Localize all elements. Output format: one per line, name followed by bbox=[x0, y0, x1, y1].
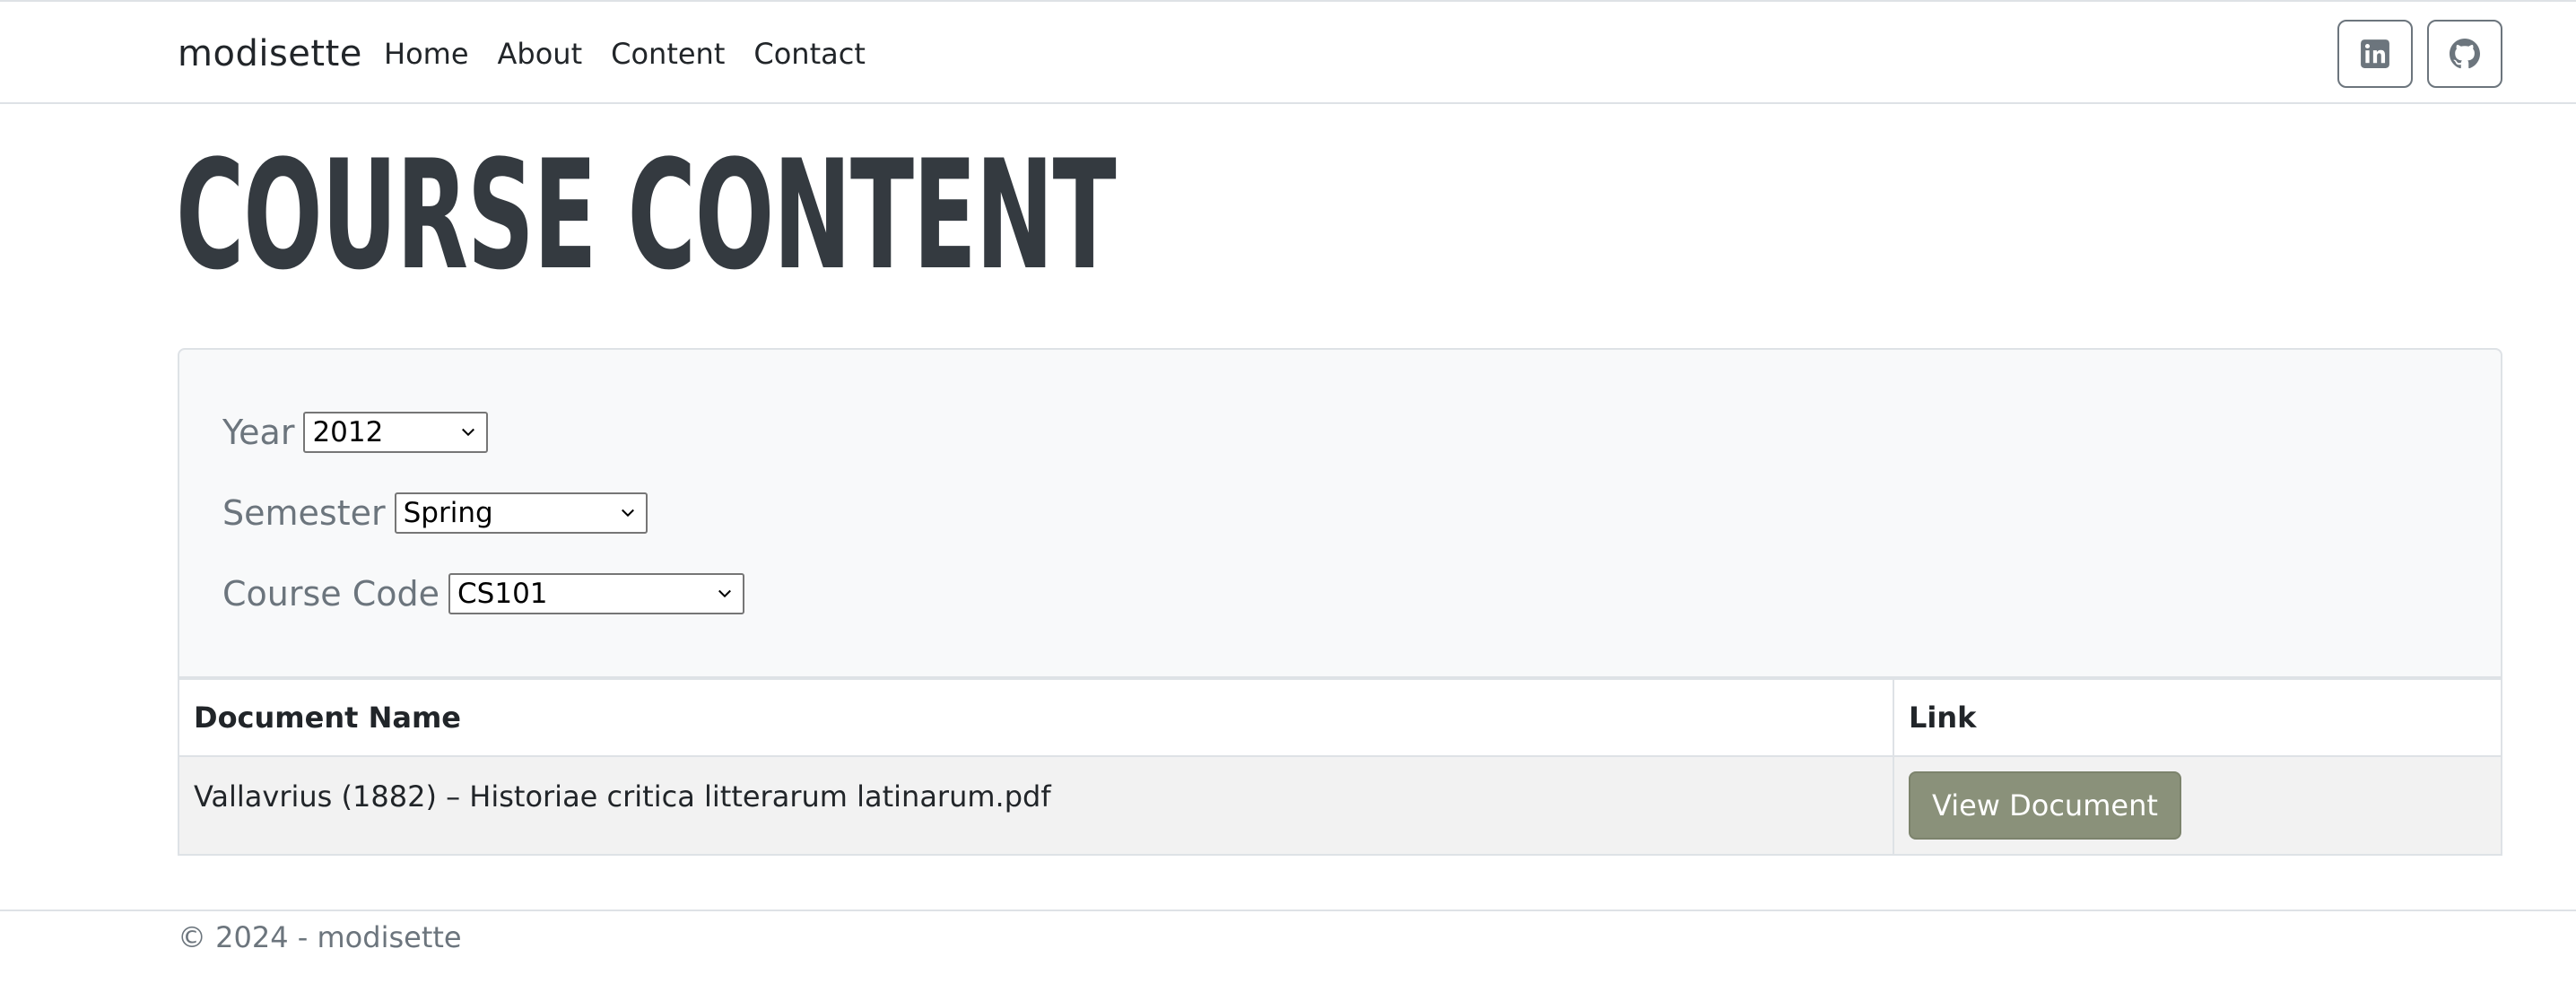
chevron-down-icon bbox=[718, 589, 731, 598]
column-header-document-name: Document Name bbox=[178, 678, 1894, 757]
footer-copyright: © 2024 - modisette bbox=[178, 920, 462, 954]
documents-table: Document Name Link Vallavrius (1882) – H… bbox=[178, 678, 2502, 856]
course-code-label: Course Code bbox=[222, 574, 440, 614]
nav-link-content[interactable]: Content bbox=[611, 34, 725, 74]
page-title: Course Content bbox=[176, 127, 1117, 303]
table-row: Vallavrius (1882) – Historiae critica li… bbox=[178, 755, 2502, 856]
brand-link[interactable]: modisette bbox=[178, 29, 362, 79]
linkedin-button[interactable] bbox=[2337, 20, 2413, 88]
course-code-filter: Course Code CS101 bbox=[222, 572, 745, 615]
chevron-down-icon bbox=[621, 509, 634, 518]
filter-panel: Year 2012 Semester Spring Course Code CS… bbox=[178, 348, 2502, 678]
year-select-value: 2012 bbox=[312, 416, 384, 448]
year-select[interactable]: 2012 bbox=[303, 412, 489, 453]
top-navbar: modisette Home About Content Contact bbox=[0, 0, 2576, 104]
semester-select-value: Spring bbox=[403, 497, 493, 529]
footer: © 2024 - modisette bbox=[0, 910, 2576, 1001]
course-code-select-value: CS101 bbox=[457, 578, 548, 610]
nav-links: Home About Content Contact bbox=[384, 34, 894, 74]
github-button[interactable] bbox=[2427, 20, 2502, 88]
github-icon bbox=[2450, 39, 2480, 69]
column-header-link: Link bbox=[1893, 678, 2502, 757]
semester-select[interactable]: Spring bbox=[394, 492, 648, 534]
view-document-button[interactable]: View Document bbox=[1909, 771, 2181, 840]
semester-label: Semester bbox=[222, 493, 386, 533]
table-header-row: Document Name Link bbox=[178, 678, 2502, 757]
link-cell: View Document bbox=[1893, 755, 2502, 856]
course-code-select[interactable]: CS101 bbox=[448, 573, 745, 614]
document-name-cell: Vallavrius (1882) – Historiae critica li… bbox=[178, 755, 1894, 856]
chevron-down-icon bbox=[462, 428, 475, 437]
year-filter: Year 2012 bbox=[222, 411, 489, 454]
nav-link-contact[interactable]: Contact bbox=[753, 34, 866, 74]
nav-link-about[interactable]: About bbox=[498, 34, 583, 74]
nav-link-home[interactable]: Home bbox=[384, 34, 469, 74]
year-label: Year bbox=[222, 413, 295, 452]
linkedin-icon bbox=[2361, 39, 2389, 68]
semester-filter: Semester Spring bbox=[222, 492, 648, 535]
